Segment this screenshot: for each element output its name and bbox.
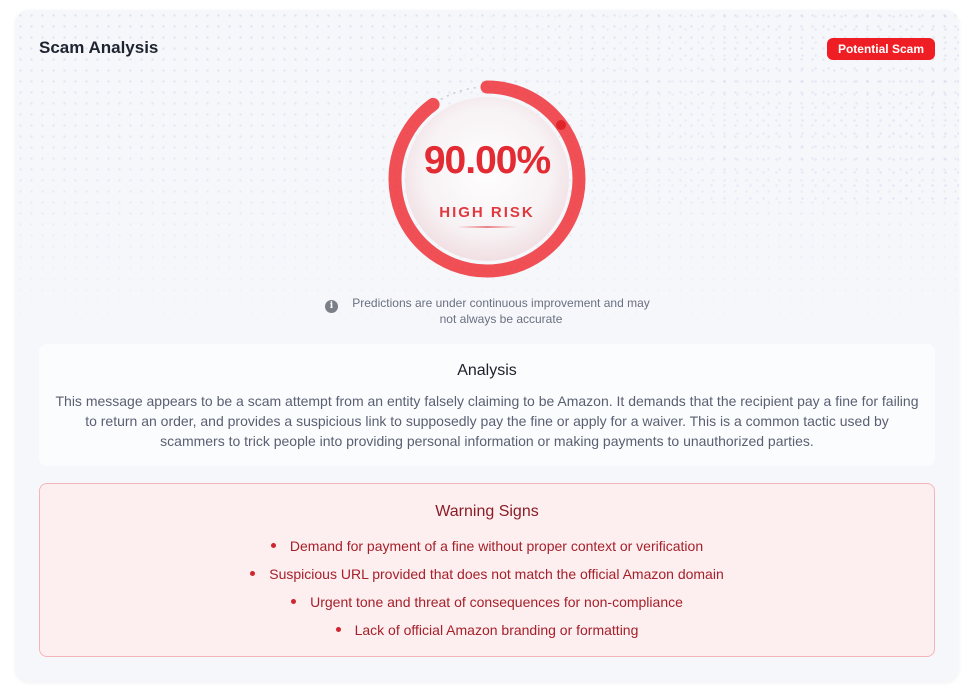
status-badge: Potential Scam bbox=[826, 38, 935, 60]
bullet-icon bbox=[250, 570, 256, 576]
warning-item-text: Demand for payment of a fine without pro… bbox=[289, 538, 704, 554]
analysis-panel: Analysis This message appears to be a sc… bbox=[39, 344, 935, 466]
risk-label-underline bbox=[457, 226, 517, 228]
warning-signs-panel: Warning Signs Demand for payment of a fi… bbox=[39, 483, 935, 657]
analysis-body: This message appears to be a scam attemp… bbox=[55, 393, 919, 449]
info-icon: i bbox=[325, 300, 338, 313]
bullet-icon bbox=[270, 542, 276, 548]
analysis-heading: Analysis bbox=[457, 362, 517, 379]
gauge-marker-dot bbox=[556, 120, 566, 130]
warning-item-text: Suspicious URL provided that does not ma… bbox=[269, 566, 724, 582]
list-item: Demand for payment of a fine without pro… bbox=[40, 536, 934, 564]
warning-heading: Warning Signs bbox=[435, 503, 539, 520]
disclaimer-note: i Predictions are under continuous impro… bbox=[325, 295, 655, 327]
list-item: Lack of official Amazon branding or form… bbox=[40, 620, 934, 648]
list-item: Suspicious URL provided that does not ma… bbox=[40, 564, 934, 592]
list-item: Urgent tone and threat of consequences f… bbox=[40, 592, 934, 620]
warning-item-text: Urgent tone and threat of consequences f… bbox=[310, 594, 683, 610]
disclaimer-text: Predictions are under continuous improve… bbox=[352, 296, 650, 326]
warning-list: Demand for payment of a fine without pro… bbox=[40, 536, 934, 648]
bullet-icon bbox=[291, 598, 297, 604]
risk-level-label: HIGH RISK bbox=[439, 204, 535, 221]
bullet-icon bbox=[335, 626, 341, 632]
warning-item-text: Lack of official Amazon branding or form… bbox=[354, 622, 639, 638]
risk-percentage: 90.00% bbox=[423, 139, 551, 182]
risk-gauge: 90.00% HIGH RISK bbox=[385, 77, 589, 281]
page-title: Scam Analysis bbox=[39, 38, 159, 57]
scam-analysis-card: Scam Analysis Potential Scam 90.00% HIGH… bbox=[15, 10, 959, 682]
